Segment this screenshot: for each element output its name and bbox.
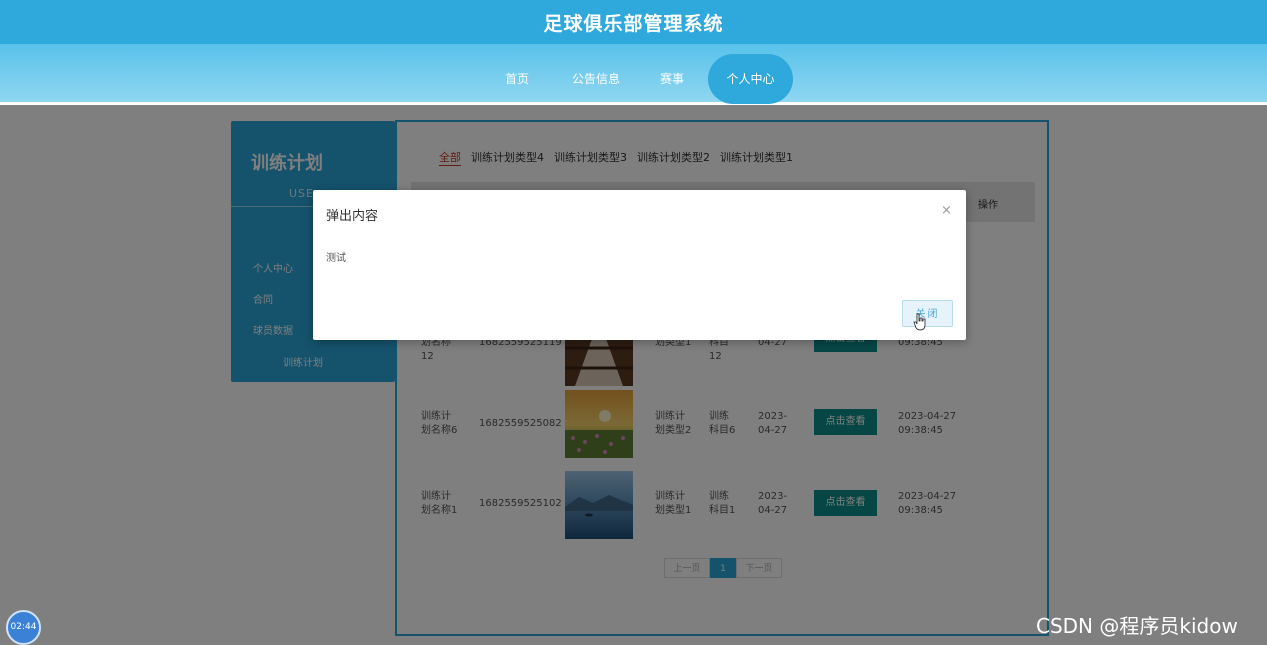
recording-timer-badge: 02:44	[6, 610, 41, 645]
nav-bar: 首页 公告信息 赛事 个人中心	[0, 44, 1267, 105]
top-header: 足球俱乐部管理系统	[0, 0, 1267, 44]
watermark: CSDN @程序员kidow	[1036, 614, 1238, 638]
modal-overlay[interactable]	[0, 105, 1267, 645]
site-title: 足球俱乐部管理系统	[543, 12, 724, 35]
close-icon[interactable]: ×	[941, 203, 952, 218]
dialog-body: 测试	[326, 253, 346, 264]
nav-item-personal-center[interactable]: 个人中心	[708, 54, 793, 104]
hand-cursor-icon	[913, 313, 926, 331]
nav-item-notices[interactable]: 公告信息	[566, 54, 626, 104]
popup-dialog: 弹出内容 × 测试 关闭	[313, 190, 966, 340]
nav-item-matches[interactable]: 赛事	[652, 54, 692, 104]
nav-item-home[interactable]: 首页	[495, 54, 539, 104]
close-button[interactable]: 关闭	[902, 300, 953, 327]
dialog-title: 弹出内容	[326, 209, 379, 224]
